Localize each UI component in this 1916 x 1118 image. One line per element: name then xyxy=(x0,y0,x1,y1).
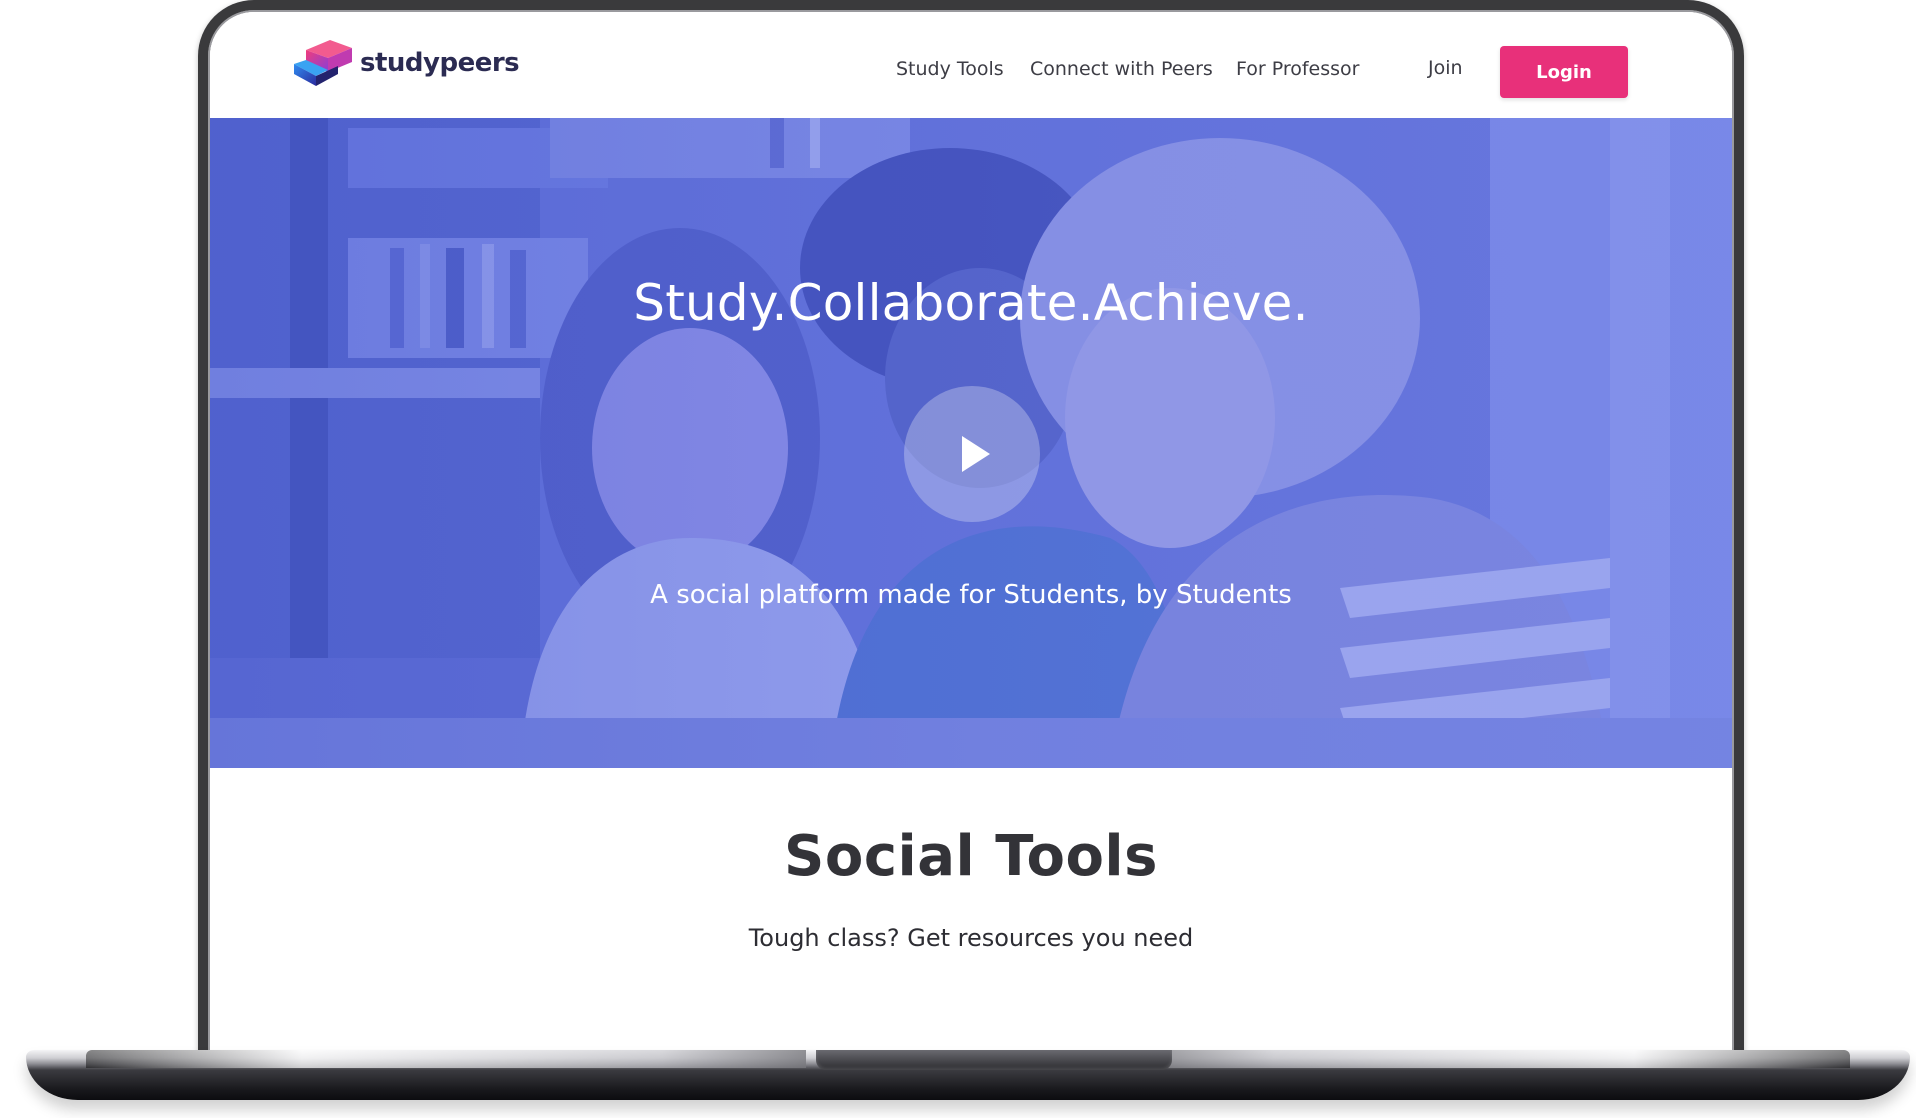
nav-study-tools[interactable]: Study Tools xyxy=(896,58,1004,80)
social-tools-subtitle: Tough class? Get resources you need xyxy=(748,924,1194,952)
nav-join[interactable]: Join xyxy=(1428,57,1463,79)
site-header: studypeers Study Tools Connect with Peer… xyxy=(210,12,1732,118)
play-icon xyxy=(962,436,990,472)
hero-subtitle: A social platform made for Students, by … xyxy=(650,580,1292,610)
laptop-hinge-notch xyxy=(816,1050,1172,1070)
nav-for-professor[interactable]: For Professor xyxy=(1236,58,1359,80)
login-button[interactable]: Login xyxy=(1500,46,1628,98)
laptop-base xyxy=(26,1050,1910,1100)
hero-banner: Study.Collaborate.Achieve. A social plat… xyxy=(210,118,1732,768)
laptop-base-right-highlight xyxy=(1130,1050,1850,1068)
laptop-base-left-highlight xyxy=(86,1050,806,1068)
play-video-button[interactable] xyxy=(904,386,1040,522)
hero-title: Study.Collaborate.Achieve. xyxy=(633,274,1309,332)
social-tools-title: Social Tools xyxy=(784,824,1158,889)
laptop-screen: studypeers Study Tools Connect with Peer… xyxy=(210,12,1732,1070)
nav-connect-with-peers[interactable]: Connect with Peers xyxy=(1030,58,1213,80)
